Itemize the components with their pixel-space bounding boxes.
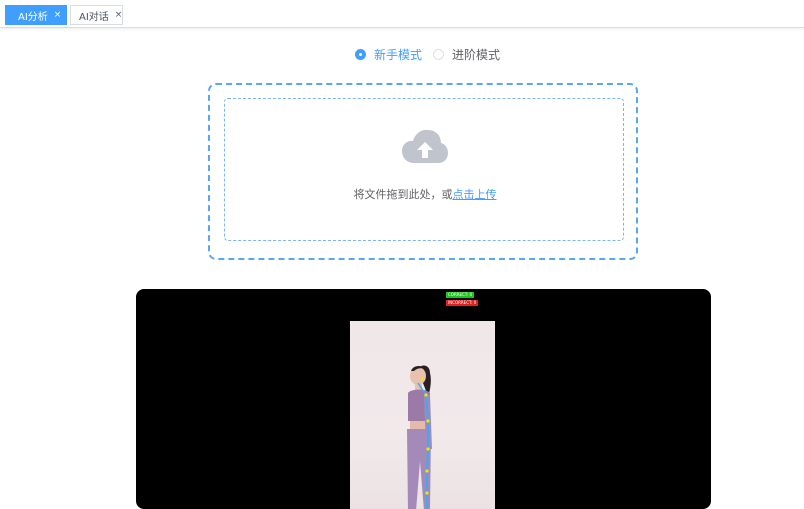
video-preview[interactable]: CORRECT: 0 INCORRECT: 0 [136,289,711,509]
tab-label: AI对话 [79,11,109,23]
correct-counter: CORRECT: 0 [446,292,474,298]
upload-dropzone[interactable]: 将文件拖到此处，或点击上传 [224,98,624,241]
upload-prompt: 将文件拖到此处，或 [353,188,453,201]
mode-radio-group: 新手模式 进阶模式 [0,46,804,62]
tab-ai-chat[interactable]: AI对话 × [70,5,123,25]
tab-label: AI分析 [18,11,48,23]
radio-label: 新手模式 [374,48,423,62]
click-upload-link[interactable]: 点击上传 [453,188,497,201]
radio-unchecked-icon [433,49,444,60]
upload-container: 将文件拖到此处，或点击上传 [208,83,638,260]
radio-advanced-mode[interactable]: 进阶模式 [433,46,500,63]
incorrect-counter: INCORRECT: 0 [446,300,479,306]
video-frame [350,321,495,509]
person-pose-figure [407,365,432,509]
upload-cloud-icon [402,129,448,163]
tab-bar: AI分析 × AI对话 × [0,0,804,28]
upload-instruction: 将文件拖到此处，或点击上传 [225,186,625,202]
tab-ai-analysis[interactable]: AI分析 × [5,5,67,25]
close-icon[interactable]: × [54,10,62,20]
radio-beginner-mode[interactable]: 新手模式 [355,46,422,63]
radio-label: 进阶模式 [452,48,501,62]
close-icon[interactable]: × [115,10,123,20]
radio-checked-icon [355,49,366,60]
